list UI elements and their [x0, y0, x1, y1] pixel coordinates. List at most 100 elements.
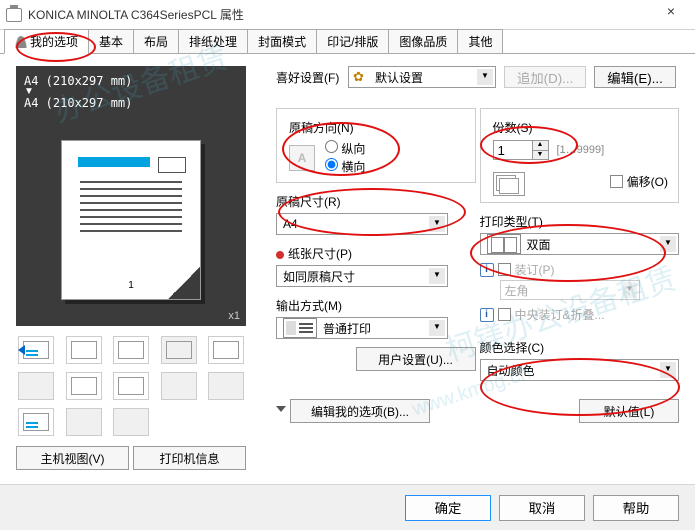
spin-up[interactable]: ▲: [533, 141, 548, 151]
opt-icon-4[interactable]: [161, 336, 197, 364]
paper-size-label: 纸张尺寸(P): [276, 245, 476, 262]
color-select-label: 颜色选择(C): [480, 339, 680, 356]
opt-icon-13[interactable]: [113, 408, 149, 436]
help-button[interactable]: 帮助: [593, 495, 679, 521]
offset-checkbox[interactable]: [610, 175, 623, 188]
chevron-down-icon: ▼: [429, 216, 445, 232]
chevron-down-icon: ▼: [660, 362, 676, 378]
opt-icon-blank: [208, 408, 244, 436]
thumb-lines: [80, 181, 182, 237]
preview-pane: A4 (210x297 mm) ▼ A4 (210x297 mm) 1 x1: [16, 66, 246, 326]
radio-label: 横向: [341, 160, 365, 174]
opt-icon-11[interactable]: [18, 408, 54, 436]
copies-input[interactable]: [493, 140, 533, 160]
info-icon[interactable]: i: [480, 308, 494, 322]
edit-my-options-button[interactable]: 编辑我的选项(B)...: [290, 399, 430, 423]
binding-checkbox[interactable]: [498, 263, 511, 276]
default-button[interactable]: 默认值(L): [579, 399, 679, 423]
edit-button[interactable]: 编辑(E)...: [594, 66, 676, 88]
tab-other[interactable]: 其他: [457, 29, 503, 53]
printer-info-button[interactable]: 打印机信息: [133, 446, 246, 470]
opt-icon-12[interactable]: [66, 408, 102, 436]
opt-icon-9[interactable]: [161, 372, 197, 400]
dialog-button-bar: 确定 取消 帮助: [0, 484, 695, 530]
opt-icon-6[interactable]: [18, 372, 54, 400]
radio-landscape[interactable]: 横向: [325, 158, 365, 176]
opt-icon-3[interactable]: [113, 336, 149, 364]
offset-label: 偏移(O): [627, 173, 668, 190]
color-select[interactable]: 自动颜色 ▼: [480, 359, 680, 381]
tab-stamp[interactable]: 印记/排版: [316, 29, 389, 53]
output-method-select[interactable]: 普通打印 ▼: [276, 317, 448, 339]
tab-layout[interactable]: 布局: [133, 29, 179, 53]
tab-my-options[interactable]: 我的选项: [4, 29, 89, 54]
binding-label: 装订(P): [515, 261, 555, 278]
page-thumb: 1: [61, 140, 201, 300]
print-type-select[interactable]: 双面 ▼: [480, 233, 680, 255]
edit-icon: [276, 406, 286, 417]
info-icon[interactable]: i: [480, 263, 494, 277]
fold-label: 中央装订&折叠...: [515, 306, 605, 323]
opt-icon-5[interactable]: [208, 336, 244, 364]
window-title: KONICA MINOLTA C364SeriesPCL 属性: [28, 6, 653, 23]
opt-icon-8[interactable]: [113, 372, 149, 400]
opt-icon-2[interactable]: [66, 336, 102, 364]
original-size-label: 原稿尺寸(R): [276, 193, 476, 210]
orientation-label: 原稿方向(N): [289, 119, 465, 136]
close-button[interactable]: ×: [653, 3, 689, 27]
select-value: 如同原稿尺寸: [283, 268, 355, 285]
tab-cover[interactable]: 封面模式: [247, 29, 317, 53]
titlebar: KONICA MINOLTA C364SeriesPCL 属性 ×: [0, 0, 695, 30]
input-size-text: A4 (210x297 mm): [24, 74, 238, 88]
thumb-page-number: 1: [128, 280, 134, 291]
opt-icon-7[interactable]: [66, 372, 102, 400]
tab-label: 排纸处理: [189, 35, 237, 49]
output-size-text: A4 (210x297 mm): [24, 96, 238, 110]
user-settings-button[interactable]: 用户设置(U)...: [356, 347, 476, 371]
opt-icon-1[interactable]: [18, 336, 54, 364]
tab-label: 封面模式: [258, 35, 306, 49]
chevron-down-icon: ▼: [660, 236, 676, 252]
thumb-header: [78, 157, 150, 167]
select-value: 双面: [527, 236, 551, 253]
radio-portrait[interactable]: 纵向: [325, 140, 365, 158]
tab-label: 基本: [99, 35, 123, 49]
orientation-icon: [289, 145, 315, 171]
tab-label: 其他: [468, 35, 492, 49]
cancel-button[interactable]: 取消: [499, 495, 585, 521]
tab-basic[interactable]: 基本: [88, 29, 134, 53]
copies-spinner[interactable]: ▲ ▼: [533, 140, 549, 160]
add-button: 追加(D)...: [504, 66, 586, 88]
label-text: 纸张尺寸(P): [288, 247, 352, 261]
original-size-select[interactable]: A4 ▼: [276, 213, 448, 235]
spin-down[interactable]: ▼: [533, 151, 548, 160]
select-value: 普通打印: [323, 320, 371, 337]
select-value: A4: [283, 217, 298, 231]
star-icon: [353, 69, 371, 85]
copies-label: 份数(S): [493, 119, 669, 136]
chevron-down-icon: ▼: [623, 282, 637, 298]
select-value: 自动颜色: [487, 362, 535, 379]
ok-button[interactable]: 确定: [405, 495, 491, 521]
person-icon: [15, 36, 27, 48]
favorite-label: 喜好设置(F): [276, 69, 348, 86]
thumb-side: [158, 157, 186, 173]
tab-finish[interactable]: 排纸处理: [178, 29, 248, 53]
chevron-down-icon: ▼: [477, 69, 493, 85]
opt-icon-blank: [161, 408, 197, 436]
tab-label: 布局: [144, 35, 168, 49]
fold-checkbox[interactable]: [498, 308, 511, 321]
tab-quality[interactable]: 图像品质: [388, 29, 458, 53]
tab-label: 图像品质: [399, 35, 447, 49]
copies-range: [1…9999]: [557, 144, 605, 156]
favorite-select[interactable]: 默认设置 ▼: [348, 66, 496, 88]
host-view-button[interactable]: 主机视图(V): [16, 446, 129, 470]
select-value: 左角: [505, 282, 529, 299]
pin-icon: [276, 251, 284, 259]
zoom-indicator: x1: [228, 310, 240, 322]
tab-bar: 我的选项 基本 布局 排纸处理 封面模式 印记/排版 图像品质 其他: [0, 30, 695, 54]
option-icons: [16, 332, 246, 440]
radio-label: 纵向: [341, 142, 365, 156]
paper-size-select[interactable]: 如同原稿尺寸 ▼: [276, 265, 448, 287]
opt-icon-10[interactable]: [208, 372, 244, 400]
